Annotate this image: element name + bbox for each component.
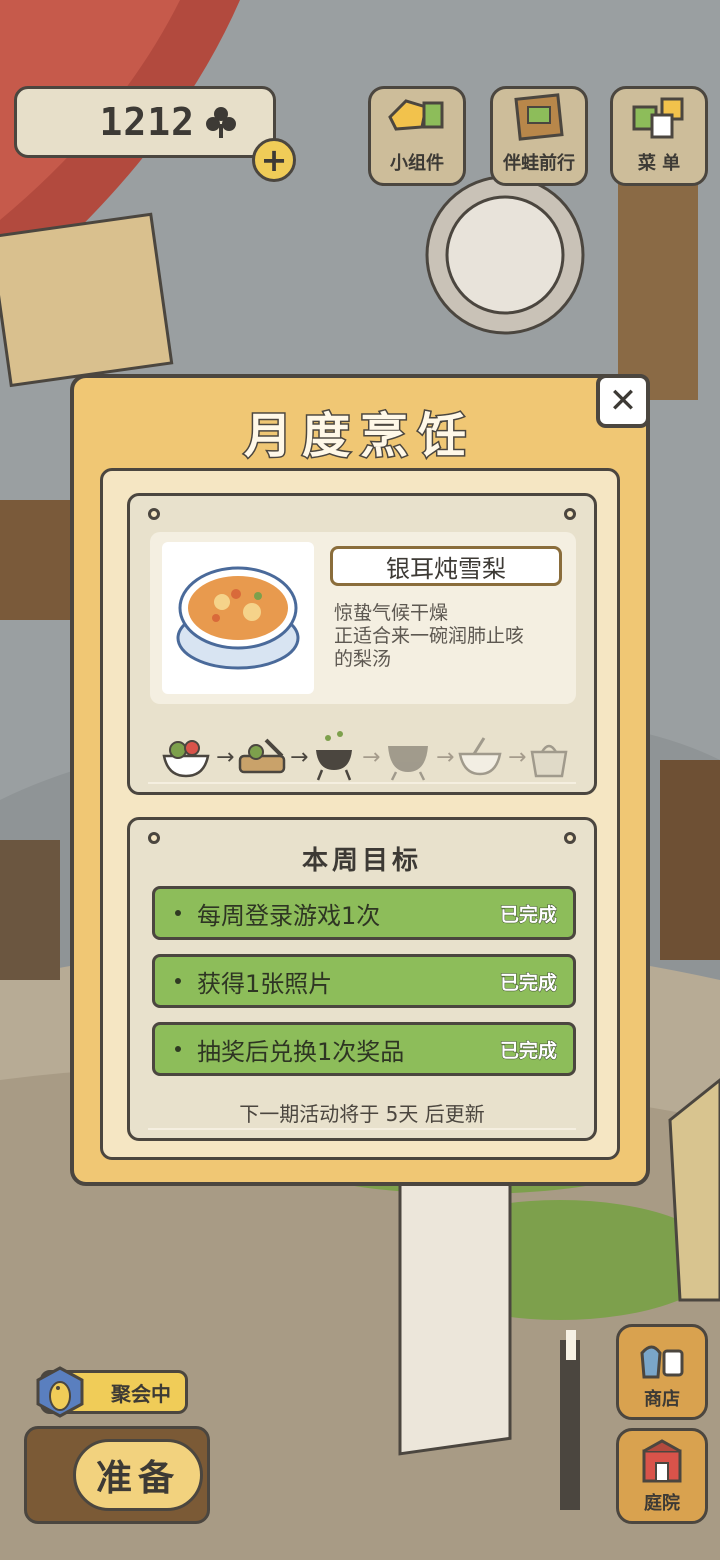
menu-label: 菜 单 bbox=[637, 153, 681, 174]
garden-label: 庭院 bbox=[644, 1493, 680, 1514]
garden-icon bbox=[642, 1439, 682, 1483]
recipe-description-line: 正适合来一碗润肺止咳 bbox=[334, 625, 525, 647]
svg-text:→: → bbox=[362, 745, 380, 770]
garden-button[interactable]: 庭院 bbox=[616, 1428, 708, 1524]
pin-icon bbox=[148, 508, 160, 520]
recipe-name: 银耳炖雪梨 bbox=[330, 546, 562, 586]
ingredients-bowl-icon bbox=[162, 740, 210, 778]
journal-icon bbox=[514, 93, 564, 141]
widget-label: 小组件 bbox=[390, 153, 444, 174]
card-stripe bbox=[148, 1128, 576, 1130]
add-clover-button[interactable]: + bbox=[252, 138, 296, 182]
svg-text:→: → bbox=[508, 745, 526, 770]
card-stripe bbox=[148, 782, 576, 784]
serving-bowl-icon bbox=[458, 737, 502, 776]
close-button[interactable]: ✕ bbox=[596, 374, 650, 428]
party-status-label: 聚会中 bbox=[111, 1381, 171, 1406]
monthly-cooking-dialog: 月度烹饪 银耳炖雪梨 惊蛰气候干燥 正适合来一碗润肺止咳 的梨汤 → → → →… bbox=[70, 374, 650, 1186]
goal-text: 每周登录游戏1次 bbox=[197, 901, 381, 930]
goal-item: 每周登录游戏1次 已完成 bbox=[152, 886, 576, 940]
chopping-board-icon bbox=[238, 738, 286, 774]
recipe-description-line: 的梨汤 bbox=[334, 648, 392, 670]
recipe-description-line: 惊蛰气候干燥 bbox=[334, 602, 449, 624]
stewing-pot-icon bbox=[388, 746, 428, 781]
recipe-box: 银耳炖雪梨 惊蛰气候干燥 正适合来一碗润肺止咳 的梨汤 bbox=[150, 532, 576, 704]
frog-avatar-icon bbox=[36, 1366, 84, 1418]
recipe-card: 银耳炖雪梨 惊蛰气候干燥 正适合来一碗润肺止咳 的梨汤 → → → → → bbox=[127, 493, 597, 795]
svg-text:→: → bbox=[436, 745, 454, 770]
bullet-icon bbox=[175, 910, 181, 916]
goal-text: 获得1张照片 bbox=[197, 969, 333, 998]
dialog-title: 月度烹饪 bbox=[242, 407, 476, 466]
goal-text: 抽奖后兑换1次奖品 bbox=[197, 1037, 405, 1066]
clover-icon bbox=[206, 107, 236, 138]
clover-count: 1212 bbox=[99, 100, 195, 144]
cooking-steps: → → → → → bbox=[162, 731, 568, 781]
bullet-icon bbox=[175, 978, 181, 984]
goal-status: 已完成 bbox=[499, 1039, 557, 1062]
svg-text:→: → bbox=[290, 745, 308, 770]
goal-status: 已完成 bbox=[499, 903, 557, 926]
bag-icon bbox=[530, 744, 568, 778]
widget-icon bbox=[388, 99, 444, 131]
weekly-goals-card: 本周目标 每周登录游戏1次 已完成 获得1张照片 已完成 抽奖后兑换1次奖品 已… bbox=[127, 817, 597, 1141]
ready-label: 准备 bbox=[73, 1439, 203, 1511]
clover-counter: 1212 bbox=[14, 86, 276, 158]
journal-label: 伴蛙前行 bbox=[503, 153, 575, 174]
recipe-description: 惊蛰气候干燥 正适合来一碗润肺止咳 的梨汤 bbox=[334, 602, 570, 671]
svg-text:→: → bbox=[216, 745, 234, 770]
bullet-icon bbox=[175, 1046, 181, 1052]
pin-icon bbox=[564, 508, 576, 520]
shop-label: 商店 bbox=[644, 1389, 680, 1410]
goal-status: 已完成 bbox=[499, 971, 557, 994]
widget-button[interactable]: 小组件 bbox=[368, 86, 466, 186]
goal-item: 抽奖后兑换1次奖品 已完成 bbox=[152, 1022, 576, 1076]
journal-button[interactable]: 伴蛙前行 bbox=[490, 86, 588, 186]
dish-image bbox=[162, 542, 314, 694]
weekly-goals-title: 本周目标 bbox=[301, 846, 422, 876]
cooking-pot-icon bbox=[316, 731, 352, 781]
dialog-inner-panel: 银耳炖雪梨 惊蛰气候干燥 正适合来一碗润肺止咳 的梨汤 → → → → → 本周… bbox=[100, 468, 620, 1160]
menu-icon bbox=[632, 97, 684, 139]
next-event-countdown: 下一期活动将于 5天 后更新 bbox=[239, 1102, 485, 1126]
goal-item: 获得1张照片 已完成 bbox=[152, 954, 576, 1008]
shop-button[interactable]: 商店 bbox=[616, 1324, 708, 1420]
menu-button[interactable]: 菜 单 bbox=[610, 86, 708, 186]
ready-button[interactable]: 准备 bbox=[24, 1426, 210, 1524]
shop-icon bbox=[640, 1345, 684, 1379]
pear-soup-icon bbox=[176, 566, 300, 670]
